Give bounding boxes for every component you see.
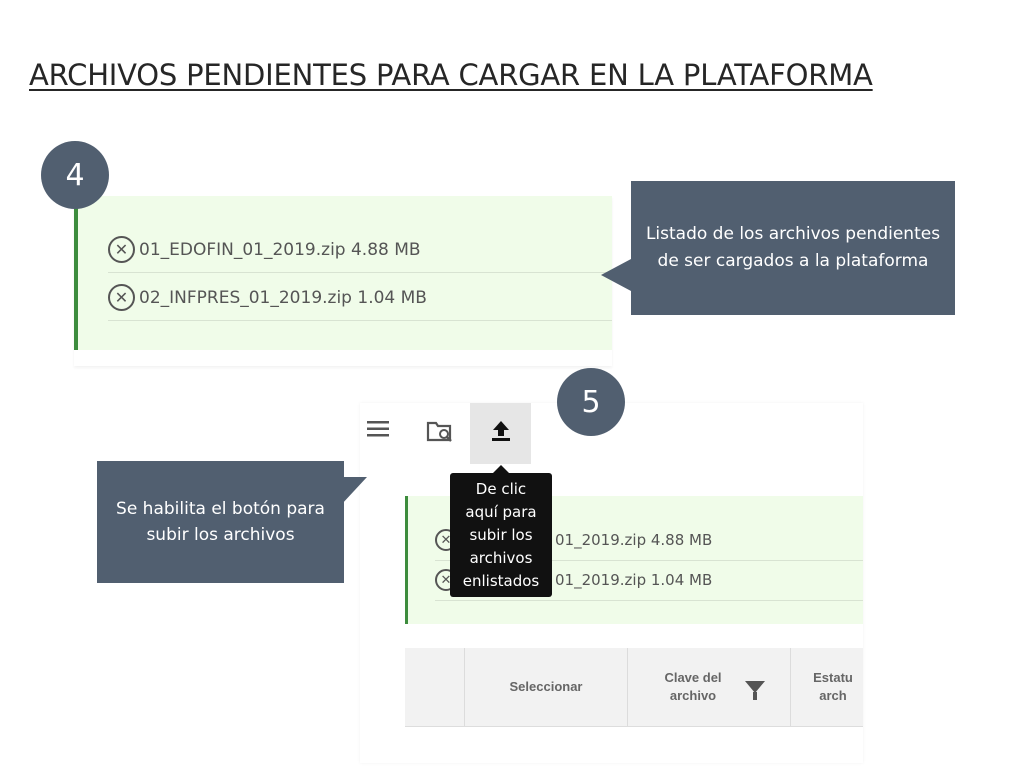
file-name: 02_INFPRES_01_2019.zip 1.04 MB (139, 287, 427, 308)
upload-tooltip: De clic aquí para subir los archivos enl… (450, 465, 552, 597)
menu-icon[interactable] (364, 415, 392, 443)
column-header-file-key[interactable]: Clave del archivo (628, 648, 791, 726)
panel-accent-bar (74, 198, 78, 350)
callout-text: Se habilita el botón para subir los arch… (116, 499, 325, 545)
callout-files-list: Listado de los archivos pendientes de se… (601, 181, 955, 315)
file-name: 01_EDOFIN_01_2019.zip 4.88 MB (139, 239, 421, 260)
folder-search-icon[interactable] (424, 415, 456, 447)
tooltip-text: De clic aquí para subir los archivos enl… (462, 479, 540, 590)
list-item: ✕ 02_INFPRES_01_2019.zip 1.04 MB (108, 284, 427, 311)
callout-pointer (341, 477, 367, 505)
column-header-empty (405, 648, 465, 726)
upload-screenshot: ✕ 01_2019.zip 4.88 MB ✕ 01_2019.zip 1.04… (360, 403, 863, 763)
upload-icon (491, 420, 511, 447)
step-badge-5: 5 (557, 368, 625, 436)
file-name: 01_2019.zip 1.04 MB (555, 571, 713, 589)
divider (435, 600, 863, 601)
column-header-label: Clave del archivo (664, 670, 722, 703)
panel-accent-bar (405, 496, 408, 624)
panel-footer (74, 350, 612, 366)
tooltip-pointer (493, 465, 509, 473)
table-header: Seleccionar Clave del archivo Estatu arc… (405, 648, 863, 727)
callout-text: Listado de los archivos pendientes de se… (645, 224, 941, 271)
callout-pointer (601, 259, 631, 291)
list-item: ✕ 01_EDOFIN_01_2019.zip 4.88 MB (108, 236, 421, 263)
callout-upload-button: Se habilita el botón para subir los arch… (97, 461, 367, 583)
remove-circle-icon[interactable]: ✕ (108, 284, 135, 311)
step-badge-4: 4 (41, 141, 109, 209)
divider (108, 320, 612, 321)
column-header-status[interactable]: Estatu arch (791, 648, 863, 726)
column-header-select[interactable]: Seleccionar (465, 648, 628, 726)
file-name: 01_2019.zip 4.88 MB (555, 531, 713, 549)
pending-files-panel: ✕ 01_EDOFIN_01_2019.zip 4.88 MB ✕ 02_INF… (74, 196, 612, 366)
remove-circle-icon[interactable]: ✕ (108, 236, 135, 263)
upload-button[interactable] (470, 403, 531, 464)
page-title: ARCHIVOS PENDIENTES PARA CARGAR EN LA PL… (29, 58, 873, 92)
divider (108, 272, 612, 273)
filter-icon[interactable] (745, 681, 765, 700)
